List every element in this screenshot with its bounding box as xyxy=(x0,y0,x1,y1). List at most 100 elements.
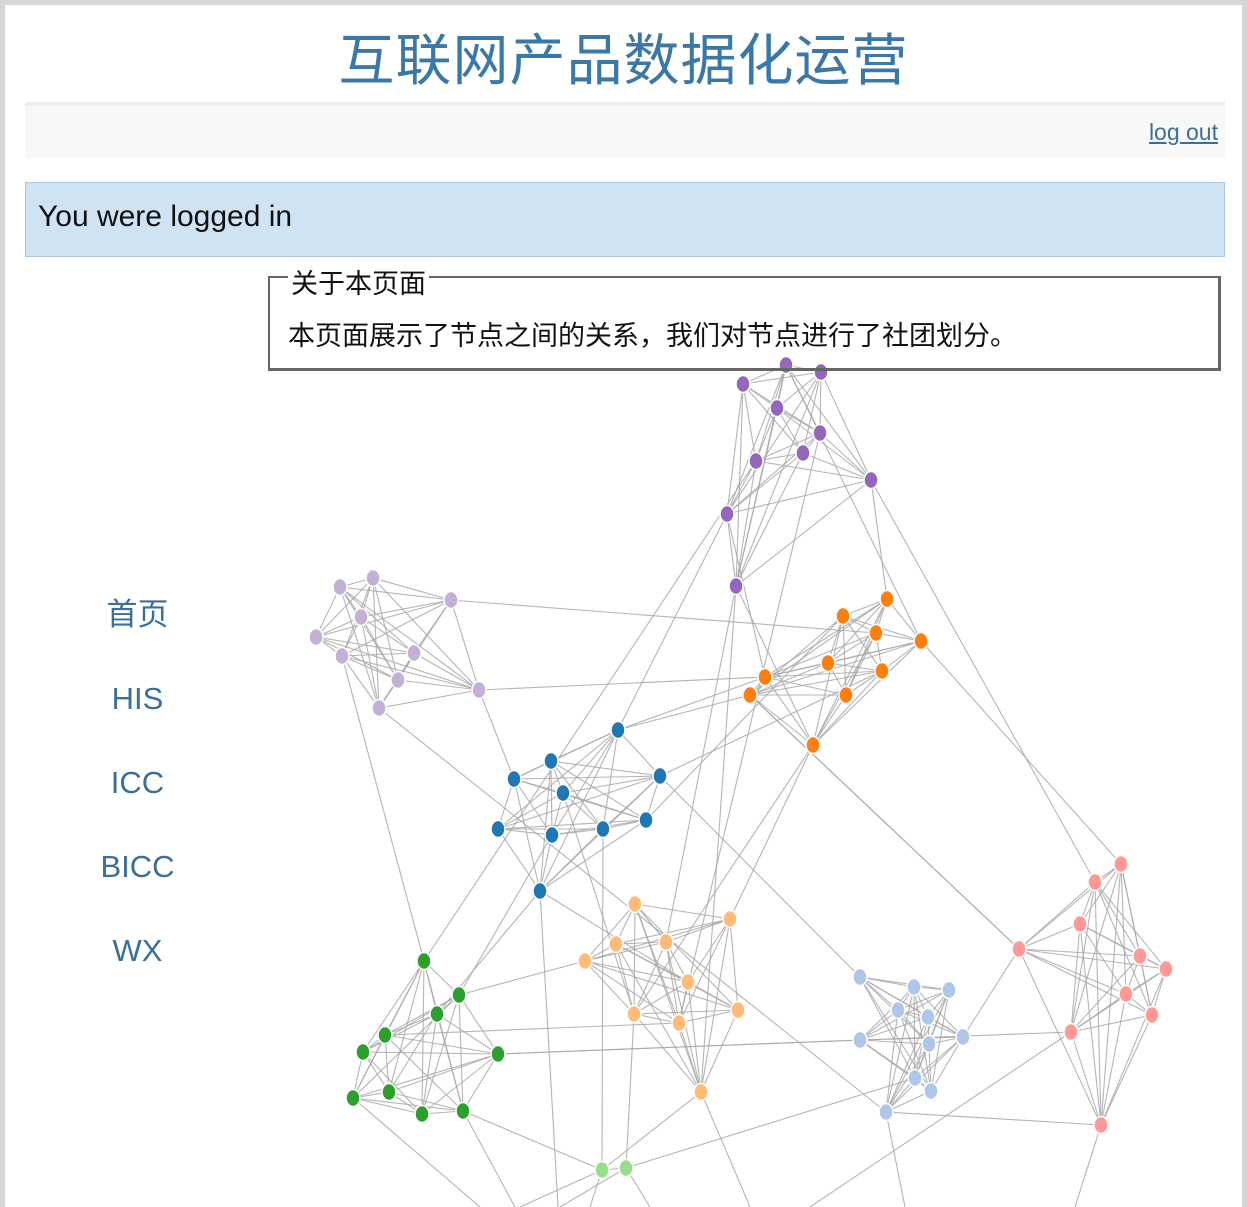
nav-item-home[interactable]: 首页 xyxy=(85,585,190,669)
logout-link[interactable]: log out xyxy=(1149,119,1218,146)
graph-node[interactable] xyxy=(1113,854,1129,874)
graph-node[interactable] xyxy=(742,685,758,705)
graph-node[interactable] xyxy=(812,423,828,443)
graph-node[interactable] xyxy=(455,1101,471,1121)
graph-node[interactable] xyxy=(626,1004,642,1024)
graph-node[interactable] xyxy=(390,670,406,690)
graph-node[interactable] xyxy=(835,606,851,626)
graph-node[interactable] xyxy=(652,766,668,786)
graph-node[interactable] xyxy=(345,1088,361,1108)
graph-node[interactable] xyxy=(805,735,821,755)
graph-node[interactable] xyxy=(913,631,929,651)
graph-node[interactable] xyxy=(371,698,387,718)
graph-node[interactable] xyxy=(555,783,571,803)
graph-node[interactable] xyxy=(416,951,432,971)
graph-node[interactable] xyxy=(471,680,487,700)
graph-edge xyxy=(1100,993,1127,1126)
graph-edge xyxy=(372,577,452,601)
graph-node[interactable] xyxy=(1144,1005,1160,1025)
graph-edge xyxy=(625,1077,916,1169)
graph-node[interactable] xyxy=(377,1025,393,1045)
graph-node[interactable] xyxy=(332,577,348,597)
graph-node[interactable] xyxy=(680,972,696,992)
graph-node[interactable] xyxy=(906,977,922,997)
graph-node[interactable] xyxy=(852,967,868,987)
graph-node[interactable] xyxy=(406,643,422,663)
graph-node[interactable] xyxy=(719,504,735,524)
graph-node[interactable] xyxy=(490,819,506,839)
graph-node[interactable] xyxy=(730,1000,746,1020)
graph-node[interactable] xyxy=(355,1042,371,1062)
nav-item-his[interactable]: HIS xyxy=(85,669,190,753)
graph-node[interactable] xyxy=(671,1013,687,1033)
graph-node[interactable] xyxy=(1132,946,1148,966)
graph-node[interactable] xyxy=(693,1082,709,1102)
nav-item-icc[interactable]: ICC xyxy=(85,753,190,837)
graph-node[interactable] xyxy=(868,623,884,643)
graph-node[interactable] xyxy=(863,470,879,490)
graph-node[interactable] xyxy=(594,1160,610,1180)
nav-item-wx[interactable]: WX xyxy=(85,921,190,1005)
graph-edge xyxy=(378,689,480,709)
graph-node[interactable] xyxy=(610,720,626,740)
graph-node[interactable] xyxy=(595,819,611,839)
graph-node[interactable] xyxy=(757,667,773,687)
graph-edge xyxy=(617,694,751,731)
graph-node[interactable] xyxy=(728,576,744,596)
graph-node[interactable] xyxy=(381,1082,397,1102)
graph-node[interactable] xyxy=(1158,959,1174,979)
graph-node[interactable] xyxy=(955,1027,971,1047)
graph-node[interactable] xyxy=(923,1081,939,1101)
graph-edge xyxy=(617,729,661,777)
graph-edge xyxy=(812,694,847,746)
graph-node[interactable] xyxy=(1093,1115,1109,1135)
graph-node[interactable] xyxy=(365,568,381,588)
graph-node[interactable] xyxy=(890,1000,906,1020)
flash-message-text: You were logged in xyxy=(38,200,293,233)
graph-node[interactable] xyxy=(334,646,350,666)
graph-node[interactable] xyxy=(879,589,895,609)
graph-node[interactable] xyxy=(735,374,751,394)
graph-node[interactable] xyxy=(838,685,854,705)
graph-node[interactable] xyxy=(1063,1022,1079,1042)
graph-node[interactable] xyxy=(506,769,522,789)
graph-node[interactable] xyxy=(874,661,890,681)
graph-node[interactable] xyxy=(544,825,560,845)
graph-node[interactable] xyxy=(577,951,593,971)
graph-node[interactable] xyxy=(308,627,324,647)
graph-edge xyxy=(1018,948,1102,1126)
graph-node[interactable] xyxy=(748,451,764,471)
graph-node[interactable] xyxy=(1087,872,1103,892)
side-nav: 首页 HIS ICC BICC WX xyxy=(85,585,190,1005)
graph-node[interactable] xyxy=(941,980,957,1000)
graph-node[interactable] xyxy=(490,1044,506,1064)
graph-node[interactable] xyxy=(1118,984,1134,1004)
graph-edge xyxy=(513,778,541,892)
graph-node[interactable] xyxy=(532,881,548,901)
graph-node[interactable] xyxy=(451,985,467,1005)
graph-node[interactable] xyxy=(920,1007,936,1027)
graph-node[interactable] xyxy=(852,1030,868,1050)
graph-node[interactable] xyxy=(769,398,785,418)
graph-node[interactable] xyxy=(543,751,559,771)
graph-node[interactable] xyxy=(443,590,459,610)
graph-node[interactable] xyxy=(618,1158,634,1178)
graph-node[interactable] xyxy=(722,909,738,929)
graph-node[interactable] xyxy=(1011,939,1027,959)
graph-edge xyxy=(885,1111,906,1207)
graph-node[interactable] xyxy=(921,1034,937,1054)
graph-node[interactable] xyxy=(820,653,836,673)
graph-node[interactable] xyxy=(878,1102,894,1122)
graph-node[interactable] xyxy=(658,932,674,952)
graph-node[interactable] xyxy=(608,934,624,954)
graph-node[interactable] xyxy=(627,894,643,914)
nav-item-bicc[interactable]: BICC xyxy=(85,837,190,921)
graph-edge xyxy=(1074,1124,1102,1207)
graph-node[interactable] xyxy=(429,1004,445,1024)
graph-node[interactable] xyxy=(638,810,654,830)
graph-node[interactable] xyxy=(353,607,369,627)
graph-node[interactable] xyxy=(795,443,811,463)
graph-node[interactable] xyxy=(907,1068,923,1088)
graph-node[interactable] xyxy=(414,1104,430,1124)
graph-node[interactable] xyxy=(1072,914,1088,934)
